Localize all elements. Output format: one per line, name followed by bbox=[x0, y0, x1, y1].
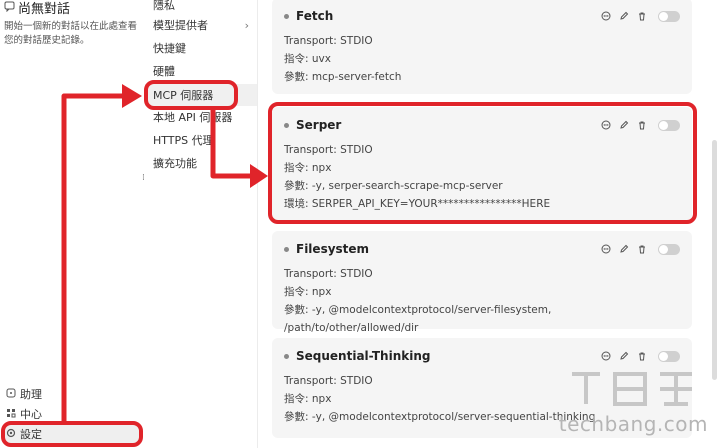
watermark-text: techbang.com bbox=[558, 412, 708, 436]
server-command: 指令: uvx bbox=[284, 53, 331, 65]
help-icon bbox=[6, 388, 16, 401]
enable-toggle[interactable] bbox=[658, 10, 680, 22]
server-name: Fetch bbox=[296, 9, 334, 23]
highlight-mcp-menu bbox=[144, 80, 238, 110]
menu-item-label: 擴充功能 bbox=[153, 157, 197, 170]
hub-icon bbox=[6, 408, 16, 421]
menu-item-extensions[interactable]: 擴充功能 bbox=[145, 152, 257, 174]
sidebar-item-label: 中心 bbox=[20, 408, 42, 421]
chat-icon bbox=[4, 1, 15, 15]
server-command: 指令: npx bbox=[284, 286, 332, 298]
highlight-settings bbox=[1, 421, 143, 447]
menu-item-label: HTTPS 代理 bbox=[153, 134, 214, 147]
trash-icon[interactable] bbox=[636, 243, 648, 255]
scrollbar[interactable] bbox=[712, 140, 717, 380]
settings-menu: 隱私 模型提供者 › 快捷鍵 硬體 MCP 伺服器 本地 API 伺服器 HTTP… bbox=[145, 0, 258, 448]
resize-handle-icon[interactable]: ⁞ bbox=[142, 173, 145, 183]
trash-icon[interactable] bbox=[636, 10, 648, 22]
enable-toggle[interactable] bbox=[658, 243, 680, 255]
menu-item-shortcuts[interactable]: 快捷鍵 bbox=[145, 37, 257, 59]
menu-item-label: 快捷鍵 bbox=[153, 42, 186, 55]
trash-icon[interactable] bbox=[636, 350, 648, 362]
info-icon[interactable] bbox=[600, 243, 612, 255]
menu-item-label: 本地 API 伺服器 bbox=[153, 111, 233, 124]
status-dot bbox=[284, 353, 289, 359]
status-dot bbox=[284, 246, 289, 252]
chat-title: 尚無對話 bbox=[4, 0, 70, 17]
sidebar-item-label: 助理 bbox=[20, 388, 42, 401]
server-card-filesystem: Filesystem Transport: STDIO 指令: npx 參數: … bbox=[272, 231, 692, 334]
server-args: 參數: mcp-server-fetch bbox=[284, 71, 402, 83]
status-dot bbox=[284, 13, 289, 19]
server-name: Filesystem bbox=[296, 242, 370, 256]
chat-hint: 開始一個新的對話以在此處查看您的對話歷史記錄。 bbox=[4, 21, 138, 46]
chevron-right-icon: › bbox=[244, 18, 249, 32]
menu-item-label: 隱私 bbox=[153, 0, 175, 12]
menu-item-hardware[interactable]: 硬體 bbox=[145, 60, 257, 82]
menu-item-label: 模型提供者 bbox=[153, 19, 208, 32]
chat-title-text: 尚無對話 bbox=[18, 2, 71, 17]
menu-item-label: 硬體 bbox=[153, 65, 175, 78]
highlight-serper-card bbox=[268, 102, 697, 224]
edit-icon[interactable] bbox=[618, 10, 630, 22]
sidebar-item-assistant[interactable]: 助理 bbox=[0, 384, 145, 404]
menu-item-model-providers[interactable]: 模型提供者 › bbox=[145, 14, 257, 36]
edit-icon[interactable] bbox=[618, 350, 630, 362]
info-icon[interactable] bbox=[600, 350, 612, 362]
server-name: Sequential-Thinking bbox=[296, 349, 431, 363]
server-card-fetch: Fetch Transport: STDIO 指令: uvx 參數: mcp-s… bbox=[272, 0, 692, 94]
edit-icon[interactable] bbox=[618, 243, 630, 255]
server-args: 參數: -y, @modelcontextprotocol/server-fil… bbox=[284, 304, 552, 334]
server-transport: Transport: STDIO bbox=[284, 35, 373, 47]
menu-item-https-proxy[interactable]: HTTPS 代理 bbox=[145, 129, 257, 151]
enable-toggle[interactable] bbox=[658, 350, 680, 362]
server-transport: Transport: STDIO bbox=[284, 268, 373, 280]
left-sidebar: 尚無對話 開始一個新的對話以在此處查看您的對話歷史記錄。 助理 中心 設定 bbox=[0, 0, 145, 448]
info-icon[interactable] bbox=[600, 10, 612, 22]
